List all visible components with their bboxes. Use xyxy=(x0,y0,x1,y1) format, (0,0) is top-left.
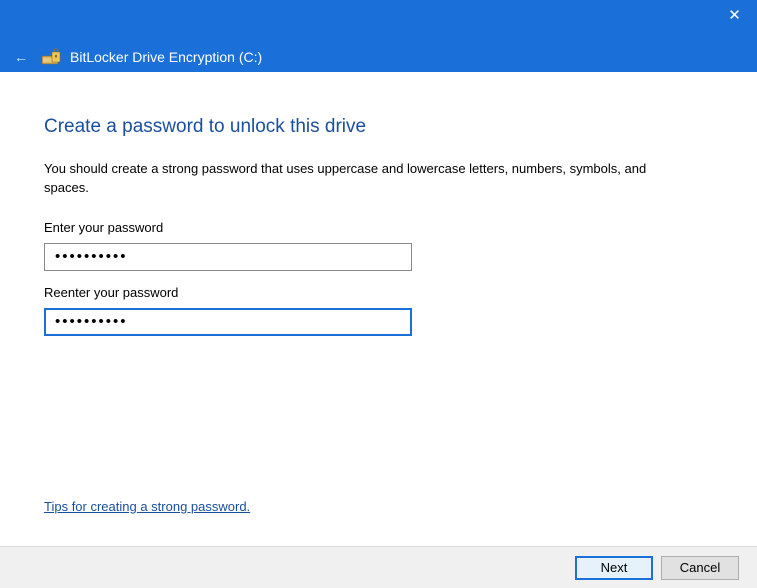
enter-password-label: Enter your password xyxy=(44,220,713,235)
tips-link[interactable]: Tips for creating a strong password. xyxy=(44,499,250,514)
back-button[interactable]: ← xyxy=(10,46,32,68)
enter-password-input[interactable] xyxy=(44,243,412,271)
reenter-password-label: Reenter your password xyxy=(44,285,713,300)
page-description: You should create a strong password that… xyxy=(44,160,684,198)
next-button[interactable]: Next xyxy=(575,556,653,580)
reenter-password-input[interactable] xyxy=(44,308,412,336)
back-arrow-icon: ← xyxy=(14,49,28,65)
titlebar: ✕ xyxy=(0,0,757,42)
cancel-button[interactable]: Cancel xyxy=(661,556,739,580)
drive-lock-icon xyxy=(42,48,62,66)
wizard-header: ← BitLocker Drive Encryption (C:) xyxy=(0,42,757,72)
wizard-content: Create a password to unlock this drive Y… xyxy=(0,72,757,546)
page-heading: Create a password to unlock this drive xyxy=(44,116,713,138)
close-icon: ✕ xyxy=(728,6,741,24)
password-field-group: Enter your password xyxy=(44,220,713,271)
confirm-password-field-group: Reenter your password xyxy=(44,285,713,336)
wizard-footer: Next Cancel xyxy=(0,546,757,588)
wizard-title: BitLocker Drive Encryption (C:) xyxy=(70,49,262,65)
close-button[interactable]: ✕ xyxy=(712,0,757,30)
